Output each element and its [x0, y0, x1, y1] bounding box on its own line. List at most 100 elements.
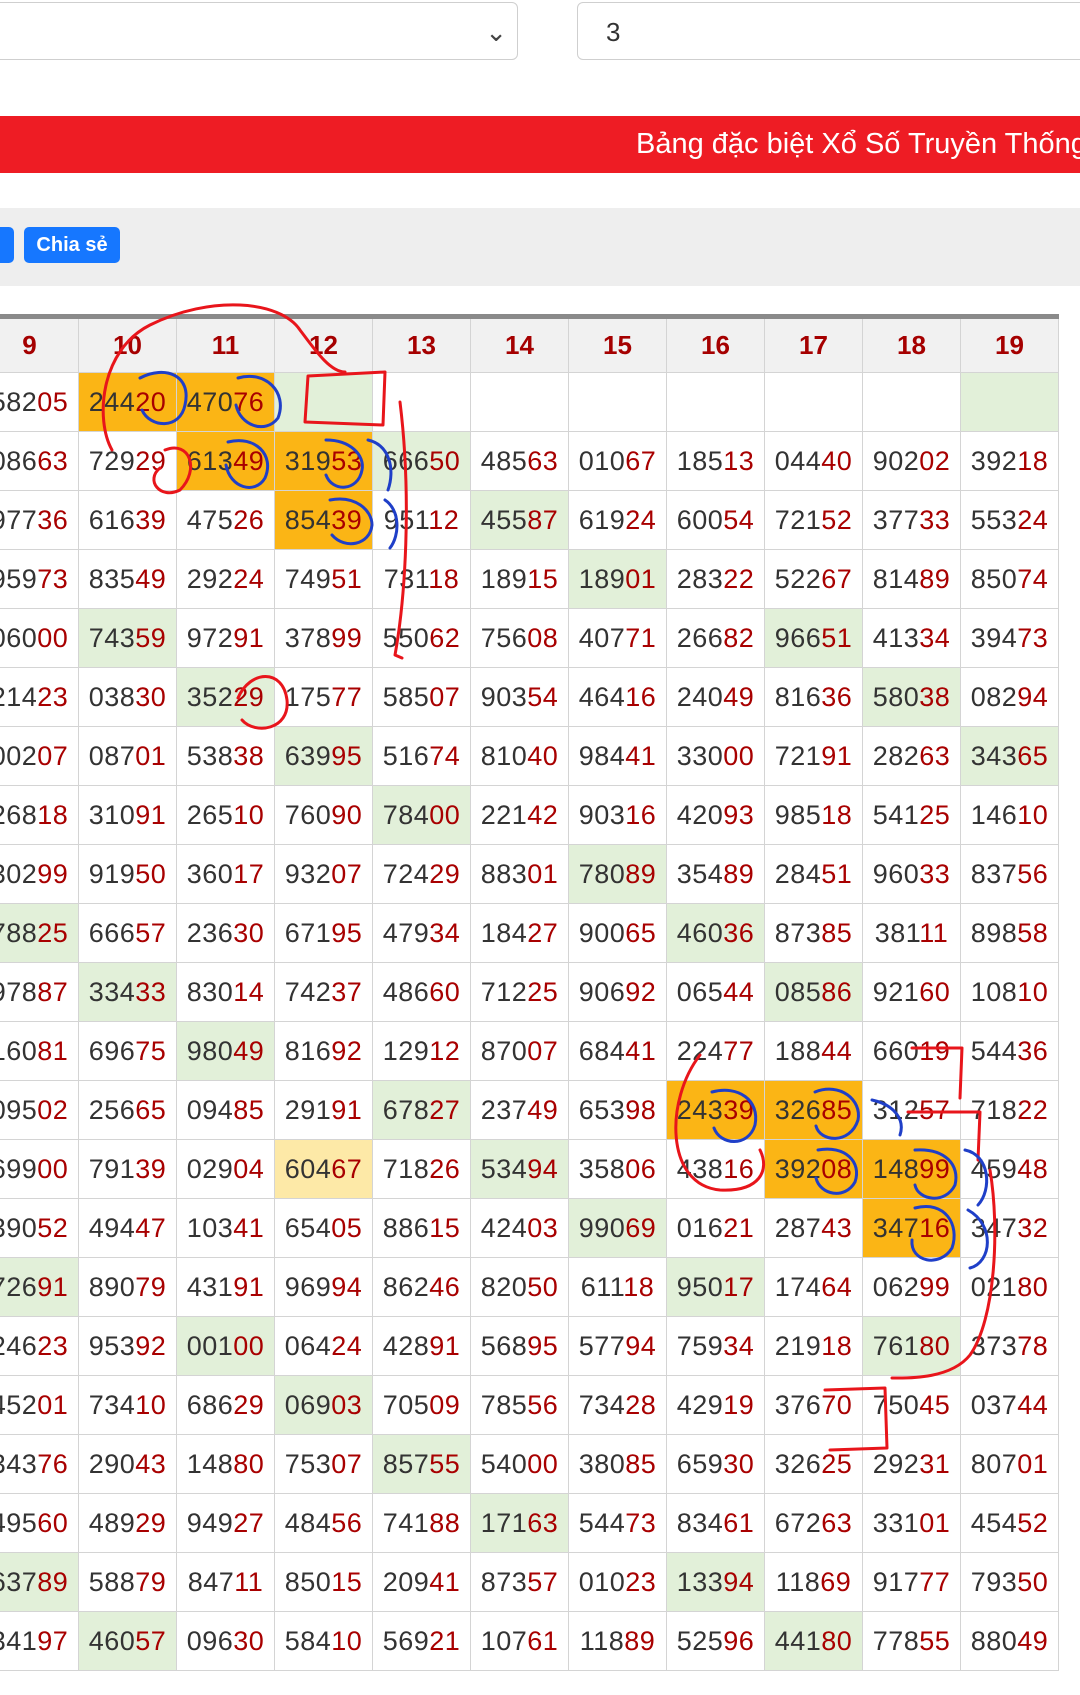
result-digits-head: 753 [284, 1448, 332, 1479]
result-digits-head: 330 [676, 740, 724, 771]
result-digits-head: 431 [186, 1271, 234, 1302]
result-digits-head: 441 [774, 1625, 822, 1656]
result-cell: 10341 [176, 1198, 275, 1258]
result-digits-tail: 25 [527, 976, 559, 1007]
result-digits-head: 038 [88, 681, 136, 712]
result-digits-head: 107 [480, 1625, 528, 1656]
result-digits-tail: 50 [135, 858, 167, 889]
result-digits-tail: 56 [331, 1507, 363, 1538]
result-cell: 72691 [0, 1257, 79, 1317]
table-row: 4956048929949274845674188171635447383461… [0, 1493, 1059, 1553]
result-cell: 37670 [764, 1375, 863, 1435]
weeks-input[interactable]: 3 [577, 2, 1080, 60]
result-digits-head: 086 [0, 445, 38, 476]
result-digits-head: 485 [480, 445, 528, 476]
result-cell: 73428 [568, 1375, 667, 1435]
result-digits-head: 347 [970, 1212, 1018, 1243]
result-digits-tail: 97 [37, 1625, 69, 1656]
result-cell: 08701 [78, 726, 177, 786]
result-digits-head: 724 [382, 858, 430, 889]
result-digits-tail: 99 [37, 858, 69, 889]
result-cell: 32625 [764, 1434, 863, 1494]
station-select[interactable]: ⌄ [0, 2, 518, 60]
result-cell: 42403 [470, 1198, 569, 1258]
share-button[interactable]: Chia sẻ [24, 227, 120, 263]
result-digits-head: 810 [480, 740, 528, 771]
result-digits-head: 358 [578, 1153, 626, 1184]
result-digits-head: 002 [0, 740, 38, 771]
result-cell: 49560 [0, 1493, 79, 1553]
result-digits-tail: 36 [723, 917, 755, 948]
result-digits-tail: 27 [429, 1094, 461, 1125]
result-cell: 06903 [274, 1375, 373, 1435]
result-digits-tail: 30 [233, 1625, 265, 1656]
result-digits-tail: 44 [821, 1035, 853, 1066]
result-digits-head: 221 [480, 799, 528, 830]
result-cell: 65398 [568, 1080, 667, 1140]
result-cell: 60054 [666, 490, 765, 550]
result-digits-head: 283 [676, 563, 724, 594]
result-digits-head: 568 [480, 1330, 528, 1361]
column-header-10: 10 [78, 314, 177, 373]
result-digits-tail: 98 [625, 1094, 657, 1125]
result-digits-tail: 10 [233, 799, 265, 830]
result-digits-tail: 94 [331, 1271, 363, 1302]
header-row: 9 10 11 12 13 14 15 16 17 18 19 [0, 314, 1059, 373]
result-digits-head: 171 [480, 1507, 528, 1538]
result-digits-tail: 37 [331, 976, 363, 1007]
result-digits-head: 470 [186, 386, 234, 417]
result-cell: 53838 [176, 726, 275, 786]
result-digits-tail: 77 [919, 1566, 951, 1597]
result-digits-tail: 30 [233, 917, 265, 948]
result-digits-tail: 43 [821, 1212, 853, 1243]
result-digits-head: 438 [676, 1153, 724, 1184]
result-digits-tail: 41 [625, 740, 657, 771]
result-digits-tail: 25 [919, 799, 951, 830]
result-cell: 35489 [666, 844, 765, 904]
result-digits-head: 639 [284, 740, 332, 771]
result-cell: 34197 [0, 1611, 79, 1671]
result-digits-tail: 96 [723, 1625, 755, 1656]
result-cell: 97736 [0, 490, 79, 550]
result-digits-head: 903 [578, 799, 626, 830]
toolbar-button-partial[interactable] [0, 227, 14, 263]
results-table: 910111213141516171819 582052442047076086… [0, 314, 1059, 1671]
result-digits-head: 544 [970, 1035, 1018, 1066]
table-row: 3029991950360179320772429883017808935489… [0, 844, 1059, 904]
result-cell: 08294 [960, 667, 1059, 727]
result-cell: 95392 [78, 1316, 177, 1376]
result-cell: 63995 [274, 726, 373, 786]
result-digits-head: 341 [0, 1625, 38, 1656]
result-digits-head: 577 [578, 1330, 626, 1361]
result-digits-head: 360 [186, 858, 234, 889]
result-digits-head: 354 [676, 858, 724, 889]
result-digits-head: 460 [88, 1625, 136, 1656]
result-cell: 12912 [372, 1021, 471, 1081]
result-digits-head: 919 [88, 858, 136, 889]
result-digits-head: 108 [970, 976, 1018, 1007]
result-digits-head: 373 [970, 1330, 1018, 1361]
result-digits-tail: 18 [428, 563, 460, 594]
result-digits-head: 659 [676, 1448, 724, 1479]
result-cell: 84711 [176, 1552, 275, 1612]
result-digits-head: 953 [88, 1330, 136, 1361]
result-cell: 08586 [764, 962, 863, 1022]
result-cell: 92160 [862, 962, 961, 1022]
result-digits-head: 096 [186, 1625, 234, 1656]
result-digits-head: 291 [284, 1094, 332, 1125]
result-digits-tail: 54 [527, 681, 559, 712]
result-cell: 98518 [764, 785, 863, 845]
result-digits-head: 525 [676, 1625, 724, 1656]
result-digits-tail: 44 [723, 976, 755, 1007]
result-digits-head: 729 [88, 445, 136, 476]
result-cell: 31953 [274, 431, 373, 491]
result-cell: 22477 [666, 1021, 765, 1081]
result-digits-tail: 39 [723, 1094, 755, 1125]
result-cell: 29191 [274, 1080, 373, 1140]
result-digits-tail: 18 [623, 1271, 655, 1302]
result-digits-head: 903 [480, 681, 528, 712]
result-cell: 28451 [764, 844, 863, 904]
result-digits-tail: 57 [135, 1625, 167, 1656]
result-cell: 61639 [78, 490, 177, 550]
result-digits-head: 118 [579, 1625, 625, 1656]
